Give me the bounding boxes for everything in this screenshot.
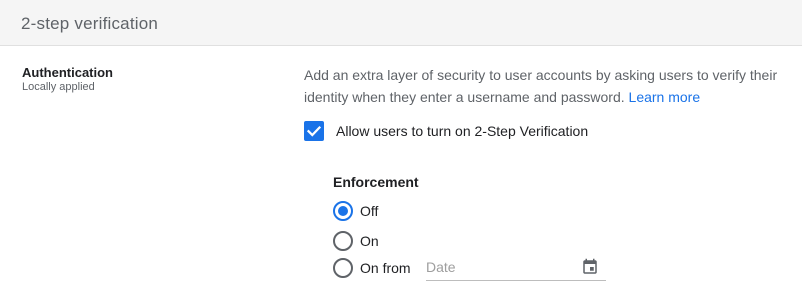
setting-description: Add an extra layer of security to user a… <box>304 64 784 108</box>
enforcement-date-field <box>426 256 606 281</box>
enforcement-option-on-from-label: On from <box>360 260 411 276</box>
learn-more-link[interactable]: Learn more <box>629 89 701 105</box>
enforcement-option-on-label: On <box>360 233 379 249</box>
allow-2sv-checkbox[interactable] <box>304 121 324 141</box>
enforcement-radio-off[interactable] <box>333 201 353 221</box>
section-title: 2-step verification <box>21 14 159 33</box>
radio-selected-dot <box>338 206 348 216</box>
setting-scope: Locally applied <box>22 81 95 93</box>
enforcement-option-off-label: Off <box>360 203 379 219</box>
checkmark-icon <box>306 125 322 137</box>
enforcement-date-input[interactable] <box>426 256 566 278</box>
setting-name: Authentication <box>22 65 113 80</box>
enforcement-title: Enforcement <box>333 174 419 190</box>
enforcement-radio-on[interactable] <box>333 231 353 251</box>
allow-2sv-label: Allow users to turn on 2-Step Verificati… <box>336 123 589 139</box>
settings-page: 2-step verification Authentication Local… <box>0 0 802 300</box>
description-text: Add an extra layer of security to user a… <box>304 67 778 105</box>
calendar-icon[interactable] <box>581 258 599 276</box>
enforcement-radio-on-from[interactable] <box>333 258 353 278</box>
section-header: 2-step verification <box>0 0 802 46</box>
